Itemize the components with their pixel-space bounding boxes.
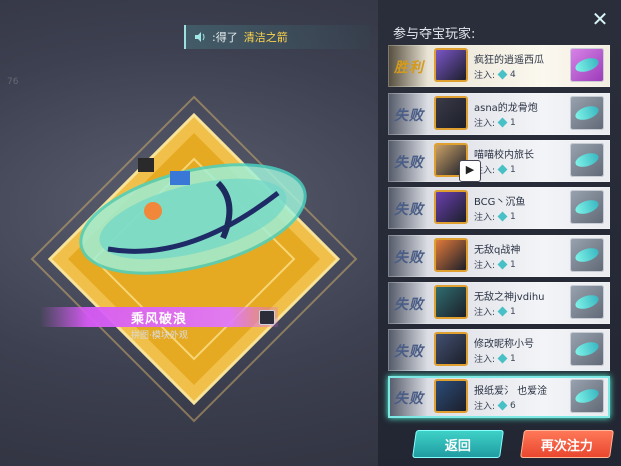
result-label: 失败 xyxy=(394,250,424,266)
reward-item-icon[interactable] xyxy=(570,238,604,272)
bet-label: 注入: xyxy=(474,71,496,81)
bet-value: 1 xyxy=(510,164,516,175)
bet-value: 1 xyxy=(510,117,516,128)
player-row[interactable]: 失败 喵喵校内旅长 注入: 1 xyxy=(388,140,610,182)
reward-item-icon[interactable] xyxy=(570,379,604,413)
player-avatar[interactable] xyxy=(434,190,468,224)
bet-value: 1 xyxy=(510,259,516,270)
gem-icon xyxy=(497,353,508,364)
player-row[interactable]: 失败 修改昵称小号 注入: 1 xyxy=(388,329,610,371)
player-avatar[interactable] xyxy=(434,238,468,272)
bet-amount: 注入: 1 xyxy=(474,210,516,224)
gem-icon xyxy=(497,259,508,270)
gem-icon xyxy=(497,117,508,128)
bet-again-button-label: 再次注力 xyxy=(540,438,593,454)
reward-item-icon[interactable] xyxy=(570,332,604,366)
player-avatar[interactable] xyxy=(434,48,468,82)
reward-item-icon[interactable] xyxy=(570,96,604,130)
player-name: 报纸爱氵 也爱淦 xyxy=(474,386,548,397)
player-name: 无敌之神jvdihu xyxy=(474,292,545,303)
prize-subtitle: 拼图·模块外观 xyxy=(131,331,188,341)
surfboard-icon xyxy=(573,103,601,123)
surfboard-icon xyxy=(573,150,601,170)
gem-icon xyxy=(497,211,508,222)
bet-label: 注入: xyxy=(474,213,496,223)
player-name: 无敌q战神 xyxy=(474,245,521,256)
back-button-label: 返回 xyxy=(444,438,471,454)
prize-name: 乘风破浪 xyxy=(130,311,187,327)
prize-stage: 76 :得了 清洁之箭 乘风破浪 拼图·模块外观 xyxy=(0,0,390,466)
bet-amount: 注入: 1 xyxy=(474,258,516,272)
player-row[interactable]: 失败 asna的龙骨炮 注入: 1 xyxy=(388,93,610,135)
speaker-icon xyxy=(194,28,206,47)
chat-icon[interactable]: ▶ xyxy=(459,160,481,182)
gem-icon xyxy=(497,306,508,317)
player-row[interactable]: 失败 无敌q战神注入: 1 xyxy=(388,235,610,277)
reward-item-icon[interactable] xyxy=(570,48,604,82)
bet-again-button[interactable]: 再次注力 xyxy=(520,430,614,458)
bet-amount: 注入: 1 xyxy=(474,116,516,130)
result-label: 失败 xyxy=(394,202,424,218)
result-label: 失败 xyxy=(394,155,424,171)
gem-icon xyxy=(497,164,508,175)
player-row[interactable]: 失败 无敌之神jvdihu 注入: 1 xyxy=(388,282,610,324)
notice-prefix: :得了 xyxy=(212,31,238,44)
reward-item-icon[interactable] xyxy=(570,143,604,177)
player-avatar[interactable] xyxy=(434,96,468,130)
bet-value: 6 xyxy=(510,400,516,411)
player-name: 疯狂的逍遥西瓜 xyxy=(474,55,544,66)
bet-value: 1 xyxy=(510,306,516,317)
close-icon[interactable]: ✕ xyxy=(589,8,611,30)
bet-value: 1 xyxy=(510,211,516,222)
result-label: 失败 xyxy=(394,344,424,360)
player-name: asna的龙骨炮 xyxy=(474,103,538,114)
prize-name-bar: 乘风破浪 xyxy=(40,307,278,327)
bet-label: 注入: xyxy=(474,261,496,271)
player-avatar[interactable] xyxy=(434,332,468,366)
bet-value: 1 xyxy=(510,353,516,364)
bet-label: 注入: xyxy=(474,402,496,412)
surfboard-icon xyxy=(573,386,601,406)
bet-value: 4 xyxy=(510,69,516,80)
reward-item-icon[interactable] xyxy=(570,285,604,319)
surfboard-icon xyxy=(573,245,601,265)
prize-info-icon[interactable] xyxy=(259,310,275,325)
gem-icon xyxy=(497,400,508,411)
bet-amount: 注入: 6 xyxy=(474,399,516,413)
player-row[interactable]: 胜利 疯狂的逍遥西瓜 注入: 4 xyxy=(388,45,610,87)
player-row[interactable]: 失败 BCG丶沉鱼 注入: 1 xyxy=(388,187,610,229)
corner-number: 76 xyxy=(7,77,19,87)
player-avatar[interactable] xyxy=(434,285,468,319)
player-row[interactable]: 失败 报纸爱氵 也爱淦 注入: 6 xyxy=(388,376,610,418)
surfboard-icon xyxy=(573,339,601,359)
result-label: 胜利 xyxy=(394,60,424,76)
result-label: 失败 xyxy=(394,297,424,313)
bet-amount: 注入: 1 xyxy=(474,352,516,366)
gem-icon xyxy=(497,69,508,80)
surfboard-icon xyxy=(79,158,307,275)
win-notice-banner: :得了 清洁之箭 xyxy=(184,25,370,49)
back-button[interactable]: 返回 xyxy=(412,430,504,458)
bet-label: 注入: xyxy=(474,119,496,129)
prize-display xyxy=(28,93,360,425)
reward-item-icon[interactable] xyxy=(570,190,604,224)
result-label: 失败 xyxy=(394,108,424,124)
surfboard-icon xyxy=(573,55,601,75)
surfboard-icon xyxy=(573,292,601,312)
player-name: 喵喵校内旅长 xyxy=(474,150,534,161)
notice-item-name: 清洁之箭 xyxy=(243,31,288,44)
bet-label: 注入: xyxy=(474,308,496,318)
result-label: 失败 xyxy=(394,391,424,407)
player-name: BCG丶沉鱼 xyxy=(474,197,526,208)
surfboard-icon xyxy=(573,197,601,217)
bet-amount: 注入: 4 xyxy=(474,68,516,82)
player-avatar[interactable] xyxy=(434,379,468,413)
bet-label: 注入: xyxy=(474,355,496,365)
participants-title: 参与夺宝玩家: xyxy=(393,27,476,42)
bet-amount: 注入: 1 xyxy=(474,305,516,319)
player-name: 修改昵称小号 xyxy=(474,339,534,350)
